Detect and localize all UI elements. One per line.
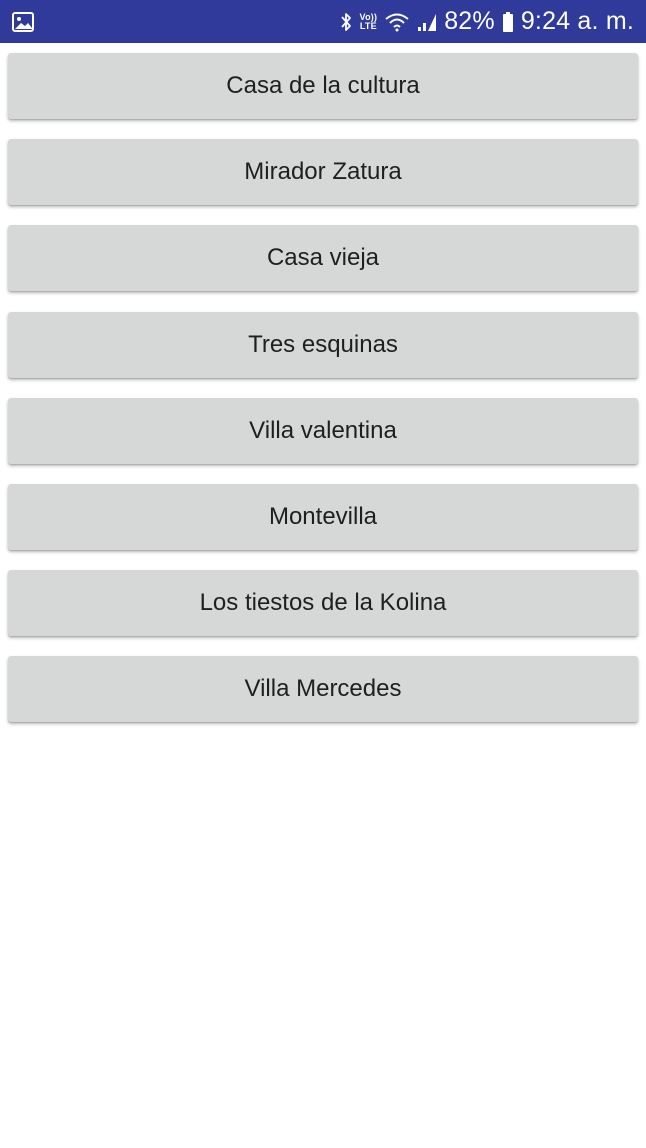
bluetooth-icon (339, 11, 353, 33)
place-button-mirador-zatura[interactable]: Mirador Zatura (8, 139, 638, 205)
battery-percent: 82% (444, 7, 495, 35)
status-bar-right: Vo)) LTE 82% 9:24 a. m. (339, 7, 634, 36)
place-button-casa-vieja[interactable]: Casa vieja (8, 225, 638, 291)
status-bar: Vo)) LTE 82% 9:24 a. m. (0, 0, 646, 43)
clock: 9:24 a. m. (520, 7, 634, 35)
place-button-villa-mercedes[interactable]: Villa Mercedes (8, 656, 638, 722)
volte-bottom-label: LTE (359, 20, 377, 31)
image-icon (12, 11, 34, 32)
volte-icon: Vo)) LTE (359, 12, 378, 31)
wifi-icon (384, 12, 410, 32)
place-button-montevilla[interactable]: Montevilla (8, 484, 638, 550)
place-button-casa-de-la-cultura[interactable]: Casa de la cultura (8, 53, 638, 119)
signal-icon (417, 12, 437, 32)
status-bar-left (12, 11, 34, 32)
place-button-villa-valentina[interactable]: Villa valentina (8, 398, 638, 464)
place-button-tres-esquinas[interactable]: Tres esquinas (8, 312, 638, 378)
place-button-los-tiestos-de-la-kolina[interactable]: Los tiestos de la Kolina (8, 570, 638, 636)
battery-icon (502, 11, 514, 33)
